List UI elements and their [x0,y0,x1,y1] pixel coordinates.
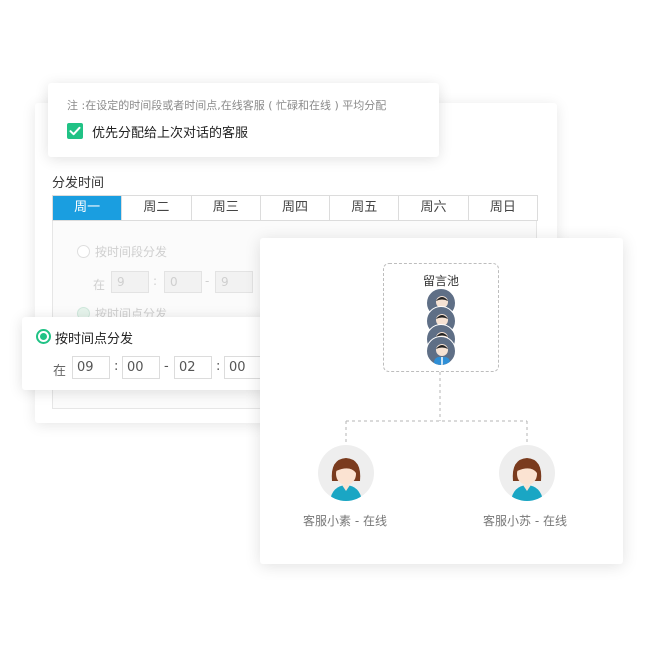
start-minute-input[interactable]: 00 [122,356,160,379]
weekday-tabs: 周一 周二 周三 周四 周五 周六 周日 [52,195,538,221]
tab-monday[interactable]: 周一 [53,196,122,220]
female-agent-avatar-icon [499,445,555,501]
faded-end-hour[interactable]: 9 [215,271,253,293]
colon-separator-2: : [216,359,221,374]
tab-wednesday[interactable]: 周三 [190,196,260,220]
time-point-card: 按时间点分发 在 09 : 00 - 02 : 00 [22,317,284,390]
tab-sunday[interactable]: 周日 [467,196,537,220]
female-agent-avatar-icon [318,445,374,501]
prioritize-last-agent-label: 优先分配给上次对话的客服 [92,126,249,141]
option-by-point-label: 按时间点分发 [55,332,134,347]
tab-friday[interactable]: 周五 [329,196,398,220]
tab-saturday[interactable]: 周六 [398,196,467,220]
faded-in-label: 在 [93,278,106,292]
option-by-period-label: 按时间段分发 [95,245,168,259]
checkmark-icon [69,126,81,136]
radio-by-period[interactable] [77,245,90,258]
note-card: 注 :在设定的时间段或者时间点,在线客服 ( 忙碌和在线 ) 平均分配 优先分配… [48,83,439,157]
prioritize-last-agent-checkbox[interactable] [67,123,83,139]
end-minute-input[interactable]: 00 [224,356,262,379]
faded-colon: : [153,274,158,288]
agent-label: 客服小素 - 在线 [303,514,387,528]
tab-thursday[interactable]: 周四 [259,196,329,220]
start-hour-input[interactable]: 09 [72,356,110,379]
faded-start-minute[interactable]: 0 [164,271,202,293]
faded-dash: - [205,274,210,288]
radio-by-point[interactable] [36,329,51,344]
note-text: 注 :在设定的时间段或者时间点,在线客服 ( 忙碌和在线 ) 平均分配 [67,99,387,112]
colon-separator: : [114,359,119,374]
message-pool-card: 留言池 客服小素 - 在线 客服小苏 - 在线 [260,238,623,564]
distribution-time-label: 分发时间 [52,176,105,191]
end-hour-input[interactable]: 02 [174,356,212,379]
in-label: 在 [53,364,67,379]
faded-start-hour[interactable]: 9 [111,271,149,293]
agent-label: 客服小苏 - 在线 [483,514,567,528]
dash-separator: - [164,359,169,374]
tab-tuesday[interactable]: 周二 [121,196,190,220]
